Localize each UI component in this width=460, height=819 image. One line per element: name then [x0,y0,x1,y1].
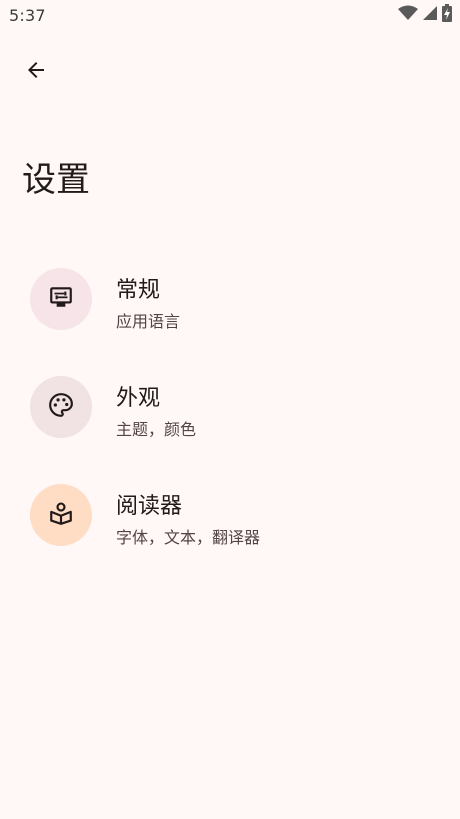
battery-charging-icon [442,4,452,26]
reader-icon-container [30,484,92,546]
page-title: 设置 [22,160,90,200]
settings-item-title: 常规 [116,278,161,303]
settings-item-title: 阅读器 [116,494,183,519]
settings-list: 常规 应用语言 外观 主题，颜色 阅读器 字体，文本，翻译器 [0,260,460,584]
settings-item-subtitle: 字体，文本，翻译器 [116,528,261,547]
settings-item-general[interactable]: 常规 应用语言 [0,260,460,368]
settings-item-appearance[interactable]: 外观 主题，颜色 [0,368,460,476]
cellular-signal-icon [422,5,438,25]
status-time: 5:37 [9,6,46,25]
status-bar: 5:37 [0,0,460,32]
wifi-icon [398,5,418,25]
display-settings-icon [48,284,74,314]
palette-icon [48,392,74,422]
settings-item-subtitle: 应用语言 [116,312,181,331]
general-icon-container [30,268,92,330]
settings-item-title: 外观 [116,386,161,411]
arrow-back-icon [24,58,48,86]
local-library-icon [48,500,74,530]
appearance-icon-container [30,376,92,438]
settings-item-subtitle: 主题，颜色 [116,420,197,439]
back-button[interactable] [14,50,58,94]
status-icons [398,4,452,26]
settings-item-reader[interactable]: 阅读器 字体，文本，翻译器 [0,476,460,584]
